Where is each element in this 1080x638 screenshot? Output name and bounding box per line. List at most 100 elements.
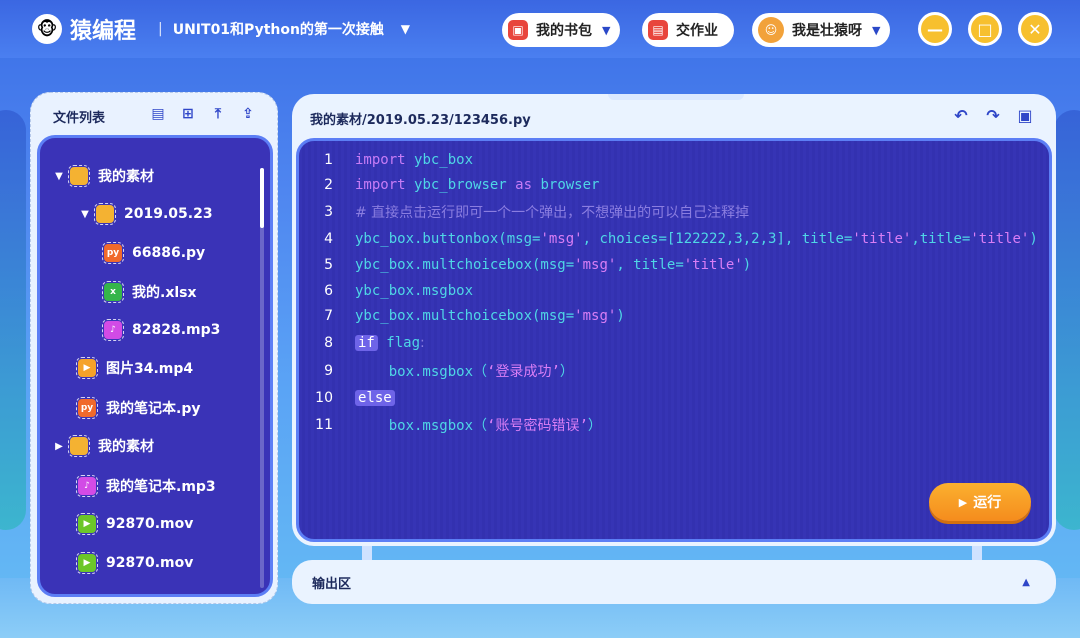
code-line: 4 ybc_box.buttonbox(msg='msg', choices=[1… (299, 228, 1038, 250)
tree-item-folder[interactable]: ▼ 2019.05.23 (78, 202, 213, 226)
output-label: 输出区 (312, 576, 352, 592)
homework-icon: ▤ (648, 20, 668, 40)
folder-icon (94, 203, 116, 225)
line-number: 10 (315, 390, 333, 406)
tree-item-file[interactable]: py 66886.py (102, 241, 206, 265)
minimize-button[interactable]: — (918, 12, 952, 46)
chevron-right-icon[interactable]: ▶ (52, 441, 66, 452)
file-panel-title: 文件列表 (53, 111, 106, 126)
tree-item-label: 92870.mov (106, 516, 194, 532)
code-line: 1 import ybc_box (299, 149, 473, 171)
file-toolbar: ▤ ⊞ ⤒ ⇪ (149, 105, 257, 123)
tree-item-folder[interactable]: ▶ 我的素材 (52, 434, 154, 458)
chevron-up-icon[interactable]: ▲ (1022, 577, 1030, 588)
file-panel: 文件列表 ▤ ⊞ ⤒ ⇪ ▼ 我的素材 ▼ 2019.05.23 py 6688… (30, 92, 278, 604)
bag-label: 我的书包 (536, 23, 592, 39)
avatar: ☺ (758, 17, 784, 43)
code-line: 11 box.msgbox（ ‘账号密码错误’） (299, 414, 602, 436)
close-icon: ✕ (1028, 19, 1042, 39)
app-brand: 猿编程 (70, 19, 137, 44)
tree-item-file[interactable]: x 我的.xlsx (102, 280, 197, 304)
video-file-icon: ▶ (76, 357, 98, 379)
backpack-icon: ▣ (508, 20, 528, 40)
folder-icon (68, 165, 90, 187)
code-line: 6 ybc_box.msgbox (299, 280, 473, 302)
python-file-icon: py (76, 397, 98, 419)
tree-item-file[interactable]: ▶ 图片34.mp4 (76, 356, 194, 380)
tree-item-label: 2019.05.23 (124, 206, 213, 222)
chevron-down-icon: ▼ (602, 23, 611, 37)
panel-connector (972, 546, 982, 560)
file-tree: ▼ 我的素材 ▼ 2019.05.23 py 66886.py x 我的.xls… (37, 135, 273, 597)
chevron-down-icon: ▼ (400, 22, 410, 36)
submit-homework-button[interactable]: ▤ 交作业 (642, 13, 734, 47)
file-path: 我的素材/2019.05.23/123456.py (310, 113, 531, 128)
new-folder-icon[interactable]: ⊞ (179, 105, 197, 123)
audio-file-icon: ♪ (76, 475, 98, 497)
export-icon[interactable]: ⇪ (239, 105, 257, 123)
chevron-down-icon[interactable]: ▼ (52, 171, 66, 182)
user-menu-button[interactable]: ☺ 我是壮猿呀 ▼ (752, 13, 891, 47)
title-separator: | (158, 21, 163, 37)
maximize-icon: □ (977, 19, 993, 39)
run-label: 运行 (973, 495, 1002, 511)
line-number: 8 (324, 335, 333, 351)
top-bar: 🐵 猿编程 | UNIT01和Python的第一次接触 ▼ ▣ 我的书包 ▼ ▤… (0, 0, 1080, 58)
redo-icon[interactable]: ↷ (984, 106, 1002, 125)
scrollbar-thumb[interactable] (260, 168, 264, 228)
line-number: 4 (324, 231, 333, 247)
tree-item-file[interactable]: ▶ 92870.mov (76, 551, 194, 575)
new-file-icon[interactable]: ▤ (149, 105, 167, 123)
tree-item-file[interactable]: py 我的笔记本.py (76, 396, 201, 420)
line-number: 5 (324, 257, 333, 273)
homework-label: 交作业 (676, 23, 718, 39)
chevron-down-icon: ▼ (872, 23, 881, 37)
panel-connector (362, 546, 372, 560)
close-button[interactable]: ✕ (1018, 12, 1052, 46)
tree-item-label: 我的笔记本.py (106, 401, 201, 417)
code-comment: # 直接点击运行即可一个一个弹出，不想弹出的可以自己注释掉 (355, 205, 750, 221)
line-number: 7 (324, 308, 333, 324)
code-editor-panel: 我的素材/2019.05.23/123456.py ↶ ↷ ▣ 1 import … (292, 94, 1056, 546)
minimize-icon: — (927, 19, 943, 39)
maximize-button[interactable]: □ (968, 12, 1002, 46)
code-line: 7 ybc_box.multchoicebox(msg='msg') (299, 305, 625, 327)
bag-menu-button[interactable]: ▣ 我的书包 ▼ (502, 13, 621, 47)
undo-icon[interactable]: ↶ (952, 106, 970, 125)
save-icon[interactable]: ▣ (1016, 106, 1034, 125)
editor-toolbar: ↶ ↷ ▣ (952, 106, 1034, 125)
line-number: 11 (315, 417, 333, 433)
tree-item-label: 图片34.mp4 (106, 361, 194, 377)
code-area[interactable]: 1 import ybc_box 2 import ybc_browser as b… (296, 138, 1052, 542)
line-number: 9 (324, 363, 333, 379)
audio-file-icon: ♪ (102, 319, 124, 341)
tree-item-file[interactable]: ▶ 92870.mov (76, 512, 194, 536)
play-icon: ▶ (958, 495, 968, 509)
python-file-icon: py (102, 242, 124, 264)
output-panel[interactable]: 输出区 ▲ (292, 560, 1056, 604)
line-number: 3 (324, 204, 333, 220)
tree-item-file[interactable]: ♪ 我的笔记本.mp3 (76, 474, 216, 498)
movie-file-icon: ▶ (76, 513, 98, 535)
user-name: 我是壮猿呀 (792, 23, 862, 39)
line-number: 2 (324, 177, 333, 193)
tree-item-label: 我的素材 (98, 439, 154, 455)
folder-icon (68, 435, 90, 457)
run-button[interactable]: ▶ 运行 (929, 483, 1031, 521)
background-pillar-left (0, 110, 26, 530)
file-tree-scrollbar[interactable] (260, 168, 264, 588)
tree-item-label: 92870.mov (106, 555, 194, 571)
upload-icon[interactable]: ⤒ (209, 105, 227, 123)
tree-item-label: 66886.py (132, 245, 206, 261)
line-number: 6 (324, 283, 333, 299)
unit-selector[interactable]: | UNIT01和Python的第一次接触 ▼ (148, 13, 420, 45)
app-logo-icon: 🐵 (32, 14, 62, 44)
line-number: 1 (324, 152, 333, 168)
spreadsheet-file-icon: x (102, 281, 124, 303)
chevron-down-icon[interactable]: ▼ (78, 209, 92, 220)
tree-item-file[interactable]: ♪ 82828.mp3 (102, 318, 221, 342)
background-pillar-right (1054, 110, 1080, 530)
tree-item-label: 82828.mp3 (132, 322, 221, 338)
tree-item-folder[interactable]: ▼ 我的素材 (52, 164, 154, 188)
code-line: 9 box.msgbox（ ‘登录成功’） (299, 360, 574, 382)
